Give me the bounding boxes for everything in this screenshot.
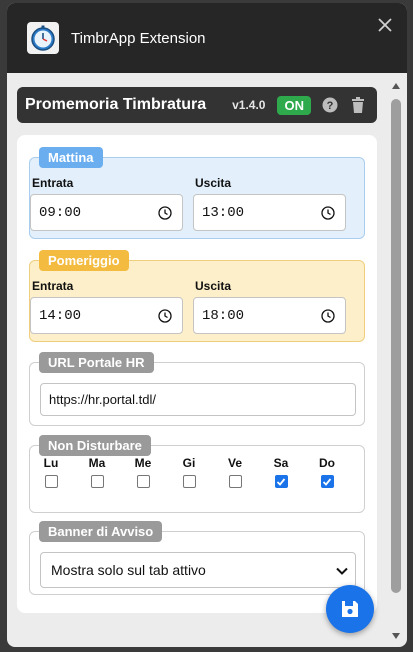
afternoon-legend: Pomeriggio	[39, 250, 129, 271]
scroll-down-arrow-icon[interactable]	[391, 631, 401, 641]
window-title: TimbrApp Extension	[71, 29, 206, 47]
clock-icon[interactable]	[158, 206, 172, 220]
day-checkbox-monday[interactable]	[44, 475, 58, 488]
clock-icon[interactable]	[321, 309, 335, 323]
scroll-up-arrow-icon[interactable]	[391, 81, 401, 91]
afternoon-exit-time-input[interactable]: 18:00	[193, 297, 346, 334]
scrollbar[interactable]	[390, 81, 402, 641]
save-button[interactable]	[326, 585, 374, 633]
hr-portal-url-input[interactable]: https://hr.portal.tdl/	[40, 383, 356, 416]
morning-exit-time-input[interactable]: 13:00	[193, 194, 346, 231]
morning-entry-value: 09:00	[39, 204, 82, 221]
afternoon-group: Pomeriggio Entrata Uscita 14:00 18:00	[29, 250, 365, 342]
extension-popup: TimbrApp Extension Promemoria Timbratura…	[7, 3, 407, 647]
day-label: Sa	[273, 456, 289, 470]
day-friday: Ve	[223, 456, 247, 488]
afternoon-exit-label: Uscita	[195, 279, 232, 293]
scrollbar-thumb[interactable]	[391, 99, 401, 593]
banner-legend: Banner di Avviso	[39, 521, 163, 542]
day-checkbox-tuesday[interactable]	[90, 475, 104, 488]
day-label: Ma	[88, 456, 106, 470]
day-monday: Lu	[39, 456, 63, 488]
banner-mode-select[interactable]: Mostra solo sul tab attivo	[40, 552, 356, 588]
app-header: Promemoria Timbratura v1.4.0 ON ?	[17, 87, 377, 123]
do-not-disturb-legend: Non Disturbare	[39, 435, 151, 456]
chevron-down-icon	[336, 567, 348, 575]
trash-icon[interactable]	[349, 96, 367, 114]
checkmark-icon	[322, 477, 332, 486]
day-checkbox-friday[interactable]	[228, 475, 242, 488]
day-label: Lu	[43, 456, 59, 470]
do-not-disturb-group: Non Disturbare Lu Ma Me Gi Ve Sa Do	[29, 435, 365, 513]
day-label: Ve	[227, 456, 242, 470]
settings-card: Mattina Entrata Uscita 09:00 13:00 Pomer…	[17, 135, 377, 613]
day-tuesday: Ma	[85, 456, 109, 488]
checkmark-icon	[276, 477, 286, 486]
morning-group: Mattina Entrata Uscita 09:00 13:00	[29, 147, 365, 239]
afternoon-exit-value: 18:00	[202, 307, 245, 324]
banner-selected-value: Mostra solo sul tab attivo	[51, 562, 206, 578]
clock-icon[interactable]	[321, 206, 335, 220]
title-bar: TimbrApp Extension	[7, 3, 407, 73]
clock-icon[interactable]	[158, 309, 172, 323]
day-checkbox-wednesday[interactable]	[136, 475, 150, 488]
day-label: Me	[134, 456, 152, 470]
day-label: Do	[319, 456, 335, 470]
day-sunday: Do	[315, 456, 339, 488]
header-title: Promemoria Timbratura	[25, 96, 207, 113]
afternoon-entry-label: Entrata	[32, 279, 74, 293]
morning-entry-time-input[interactable]: 09:00	[30, 194, 183, 231]
afternoon-entry-time-input[interactable]: 14:00	[30, 297, 183, 334]
day-saturday: Sa	[269, 456, 293, 488]
popup-content: Promemoria Timbratura v1.4.0 ON ? Mattin…	[7, 73, 407, 647]
afternoon-entry-value: 14:00	[39, 307, 82, 324]
morning-legend: Mattina	[39, 147, 103, 168]
morning-exit-label: Uscita	[195, 176, 232, 190]
banner-group: Banner di Avviso Mostra solo sul tab att…	[29, 521, 365, 595]
hr-portal-group: URL Portale HR https://hr.portal.tdl/	[29, 352, 365, 426]
day-checkbox-sunday[interactable]	[320, 475, 334, 488]
day-wednesday: Me	[131, 456, 155, 488]
morning-exit-value: 13:00	[202, 204, 245, 221]
day-checkbox-saturday[interactable]	[274, 475, 288, 488]
day-thursday: Gi	[177, 456, 201, 488]
version-label: v1.4.0	[232, 98, 266, 112]
question-circle-icon[interactable]: ?	[321, 96, 339, 114]
status-toggle[interactable]: ON	[277, 95, 311, 115]
hr-portal-legend: URL Portale HR	[39, 352, 154, 373]
close-icon[interactable]	[375, 15, 395, 35]
day-checkbox-thursday[interactable]	[182, 475, 196, 488]
stopwatch-icon	[27, 22, 59, 54]
day-label: Gi	[182, 456, 196, 470]
floppy-disk-icon	[342, 601, 358, 617]
svg-text:?: ?	[327, 100, 334, 112]
morning-entry-label: Entrata	[32, 176, 74, 190]
